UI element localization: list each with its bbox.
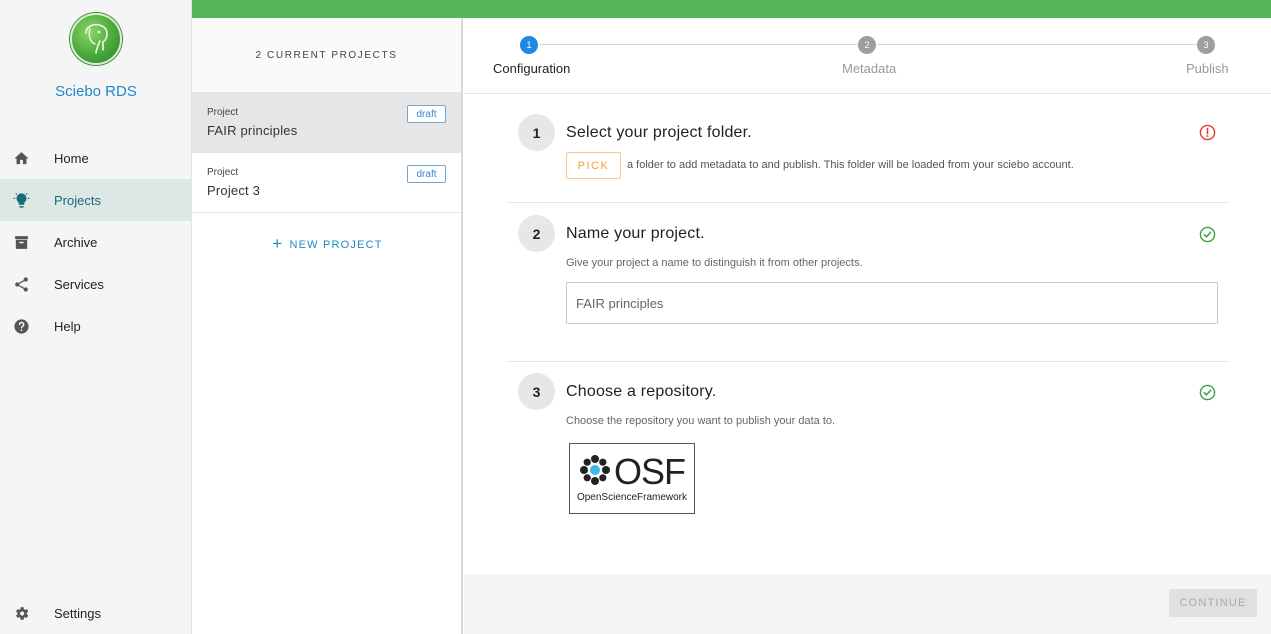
nav-item-label: Home — [54, 150, 89, 166]
plus-icon: + — [272, 234, 284, 253]
nav-item-projects[interactable]: Projects — [0, 179, 191, 221]
project-name: FAIR principles — [207, 123, 298, 138]
project-list-item[interactable]: Project FAIR principles draft — [192, 93, 461, 153]
pick-folder-button[interactable]: PICK — [566, 152, 621, 179]
nav-item-help[interactable]: Help — [0, 305, 191, 347]
gear-icon — [16, 607, 29, 620]
sciebo-logo — [70, 13, 122, 65]
home-icon — [14, 152, 29, 165]
nav-item-label: Help — [54, 318, 81, 334]
nav-item-label: Settings — [54, 605, 101, 621]
step-1-dot[interactable]: 1 — [520, 36, 538, 54]
step-divider — [506, 361, 1230, 362]
configuration-panel: 1 Select your project folder. PICK a fol… — [464, 94, 1271, 574]
nav-item-label: Projects — [54, 192, 101, 208]
project-caption: Project — [207, 107, 239, 118]
step-3-label[interactable]: Publish — [1186, 61, 1229, 76]
stepper-connector — [877, 44, 1199, 45]
step-description: Choose the repository you want to publis… — [566, 415, 836, 427]
nav-item-settings[interactable]: Settings — [0, 592, 191, 634]
osf-repository-name: OpenScienceFramework — [576, 492, 688, 503]
stepper: 1 Configuration 2 Metadata 3 Publish — [464, 18, 1271, 94]
step-number: 3 — [518, 373, 555, 410]
share-icon — [15, 277, 28, 292]
step-number: 2 — [518, 215, 555, 252]
step-title: Choose a repository. — [566, 383, 717, 400]
new-project-label: NEW PROJECT — [289, 239, 383, 251]
step-3-dot[interactable]: 3 — [1197, 36, 1215, 54]
new-project-button[interactable]: + NEW PROJECT — [192, 234, 463, 254]
check-circle-icon — [1199, 384, 1216, 401]
help-icon — [14, 319, 29, 334]
pick-folder-description: a folder to add metadata to and publish.… — [627, 159, 1074, 171]
nav-item-home[interactable]: Home — [0, 137, 191, 179]
osf-flower-icon — [580, 455, 610, 485]
project-caption: Project — [207, 167, 239, 178]
step-description: Give your project a name to distinguish … — [566, 257, 863, 269]
nav-item-label: Archive — [54, 234, 98, 250]
step-2-label[interactable]: Metadata — [842, 61, 896, 76]
draft-badge: draft — [407, 105, 446, 123]
project-list-item[interactable]: Project Project 3 draft — [192, 153, 461, 213]
step-title: Name your project. — [566, 225, 705, 242]
continue-button[interactable]: CONTINUE — [1169, 589, 1257, 617]
error-icon — [1199, 124, 1216, 141]
step-title: Select your project folder. — [566, 124, 752, 141]
step-number: 1 — [518, 114, 555, 151]
osf-repository-card[interactable]: OSF OpenScienceFramework — [569, 443, 695, 514]
archive-icon — [15, 236, 28, 249]
stepper-connector — [539, 44, 858, 45]
step-2-dot[interactable]: 2 — [858, 36, 876, 54]
draft-badge: draft — [407, 165, 446, 183]
step-1-label[interactable]: Configuration — [493, 61, 570, 76]
footer-bar: CONTINUE — [464, 574, 1271, 634]
lightbulb-icon — [13, 193, 30, 208]
side-nav: Sciebo RDS Home Projects Archive Service… — [0, 0, 192, 634]
step-divider — [506, 202, 1230, 203]
nav-item-archive[interactable]: Archive — [0, 221, 191, 263]
project-list-header: 2 CURRENT PROJECTS — [192, 18, 461, 93]
check-circle-icon — [1199, 226, 1216, 243]
project-list: 2 CURRENT PROJECTS Project FAIR principl… — [192, 18, 463, 634]
app-brand-name: Sciebo RDS — [55, 83, 137, 100]
nav-item-label: Services — [54, 276, 104, 292]
nav-item-services[interactable]: Services — [0, 263, 191, 305]
project-name: Project 3 — [207, 183, 261, 198]
top-bar — [192, 0, 1271, 18]
osf-logo-text: OSF — [614, 451, 686, 492]
project-name-input[interactable] — [566, 282, 1218, 324]
